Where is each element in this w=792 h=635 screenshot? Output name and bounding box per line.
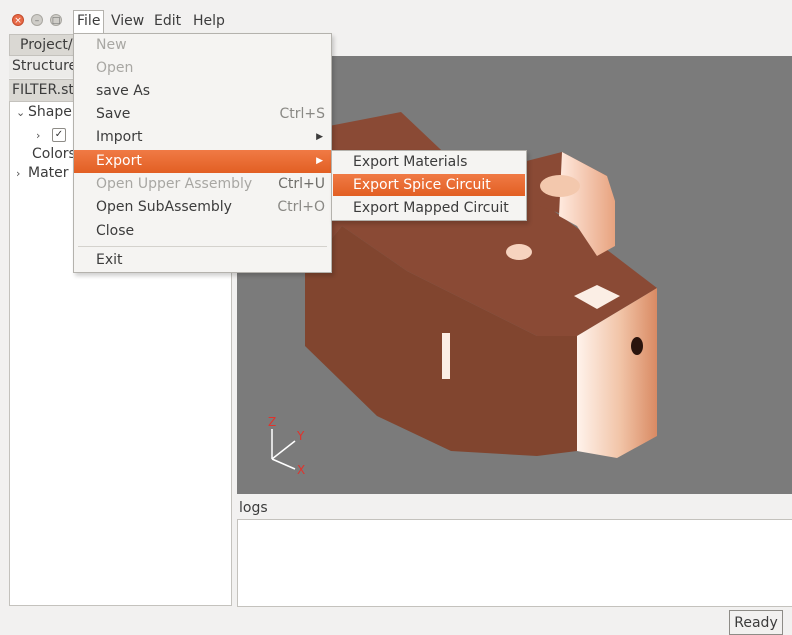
tree-item-colors[interactable]: Colors	[32, 146, 76, 162]
shortcut-save: Ctrl+S	[279, 106, 325, 122]
menu-item-export[interactable]: Export ▶	[74, 150, 331, 173]
menu-item-open-subassembly[interactable]: Open SubAssembly Ctrl+O	[74, 196, 331, 219]
menu-item-import[interactable]: Import ▶	[74, 126, 331, 149]
shortcut-open-sub: Ctrl+O	[277, 199, 325, 215]
tree-item-materials[interactable]: › Mater	[16, 165, 69, 181]
chevron-right-icon[interactable]: ›	[36, 129, 48, 142]
menubar: × – □ File View Edit Help	[0, 8, 792, 34]
logs-textarea[interactable]	[237, 519, 792, 607]
app-window: × – □ File View Edit Help Project/ Struc…	[0, 0, 792, 635]
submenu-arrow-icon: ▶	[316, 132, 323, 142]
menu-item-save[interactable]: Save Ctrl+S	[74, 103, 331, 126]
menu-item-exit[interactable]: Exit	[74, 249, 331, 272]
axis-x-label: X	[297, 463, 305, 477]
maximize-icon[interactable]: □	[50, 14, 62, 26]
shortcut-open-upper: Ctrl+U	[278, 176, 325, 192]
axis-x-line	[271, 458, 296, 470]
menu-help[interactable]: Help	[190, 10, 228, 32]
status-indicator: Ready	[729, 610, 783, 635]
menu-edit[interactable]: Edit	[151, 10, 184, 32]
axis-y-line	[271, 440, 296, 460]
minimize-icon[interactable]: –	[31, 14, 43, 26]
submenu-item-export-materials[interactable]: Export Materials	[333, 151, 525, 173]
visibility-checkbox[interactable]: ✓	[52, 128, 66, 142]
submenu-item-export-spice-circuit[interactable]: Export Spice Circuit	[333, 174, 525, 196]
tree-item-shapes[interactable]: ⌄ Shape	[16, 104, 72, 120]
chevron-down-icon[interactable]: ⌄	[16, 106, 28, 119]
menu-item-new[interactable]: New	[74, 34, 331, 57]
model-hole-small	[506, 244, 532, 260]
axis-z-label: Z	[268, 415, 276, 429]
close-icon[interactable]: ×	[12, 14, 24, 26]
menu-view[interactable]: View	[108, 10, 147, 32]
tree-item-shape-child[interactable]: › ✓	[36, 127, 66, 143]
export-submenu: Export Materials Export Spice Circuit Ex…	[331, 150, 527, 221]
file-menu-dropdown: New Open save As Save Ctrl+S Import ▶ Ex…	[73, 33, 332, 273]
menu-file[interactable]: File	[73, 10, 105, 33]
model-slit	[442, 333, 450, 379]
model-hole-large	[540, 175, 580, 197]
menu-item-save-as[interactable]: save As	[74, 80, 331, 103]
menu-separator	[78, 246, 327, 247]
submenu-item-export-mapped-circuit[interactable]: Export Mapped Circuit	[333, 197, 525, 219]
menu-item-open-upper-assembly[interactable]: Open Upper Assembly Ctrl+U	[74, 173, 331, 196]
model-side-hole	[631, 337, 643, 355]
axis-y-label: Y	[296, 429, 305, 443]
menu-item-open[interactable]: Open	[74, 57, 331, 80]
submenu-arrow-icon: ▶	[316, 156, 323, 166]
logs-label: logs	[239, 500, 268, 516]
chevron-right-icon[interactable]: ›	[16, 167, 28, 180]
menu-item-close[interactable]: Close	[74, 220, 331, 243]
